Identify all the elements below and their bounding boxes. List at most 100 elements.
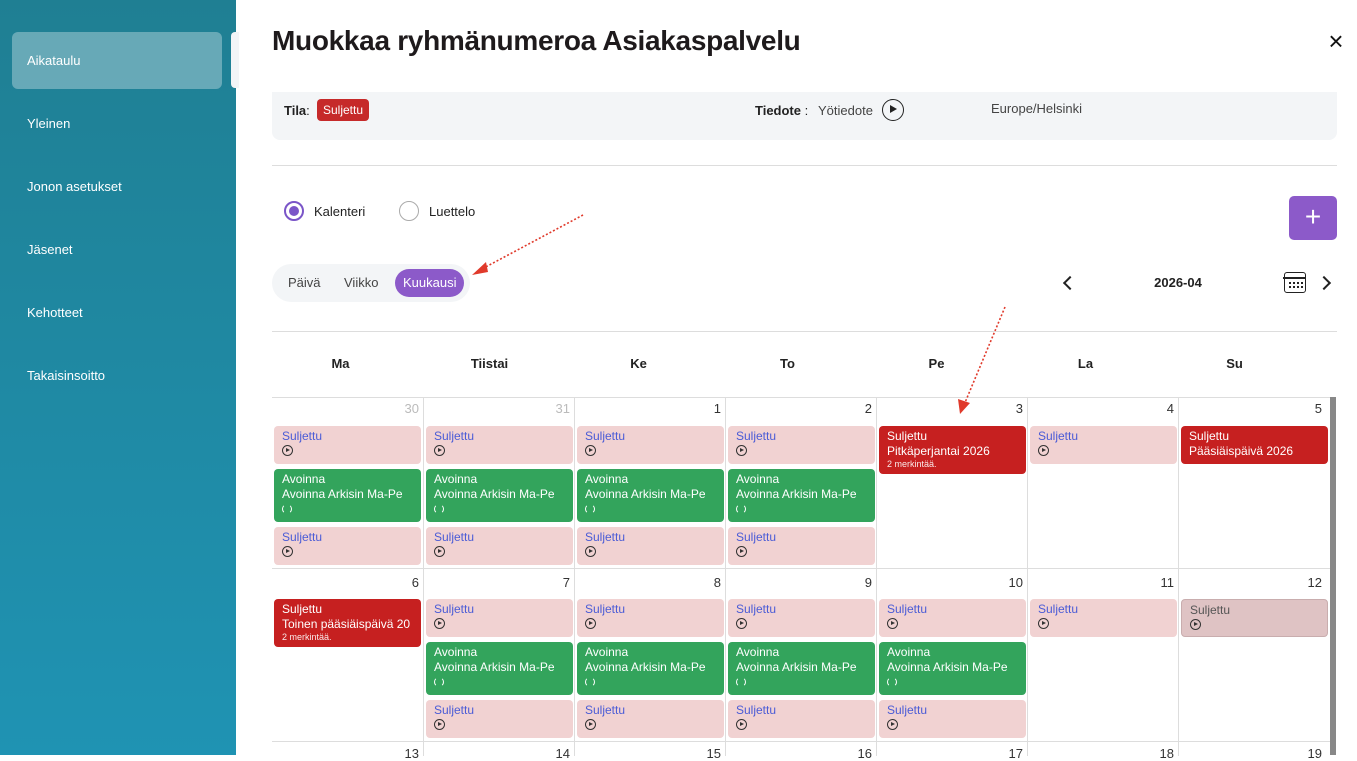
day-number: 19 <box>1307 746 1322 761</box>
calendar-event-closed[interactable]: Suljettu <box>728 599 875 637</box>
calendar-event-closed[interactable]: Suljettu <box>879 700 1026 738</box>
scrollbar[interactable] <box>1330 397 1336 755</box>
timezone-value: Europe/Helsinki <box>991 101 1083 116</box>
chevron-left-icon[interactable] <box>1057 272 1077 294</box>
event-title: Avoinna <box>282 472 326 486</box>
calendar-icon[interactable] <box>1283 272 1306 293</box>
calendar-event-closed[interactable]: Suljettu <box>577 599 724 637</box>
event-count: 2 merkintää. <box>887 459 937 469</box>
sidebar-item-takaisinsoitto[interactable]: Takaisinsoitto <box>12 347 222 404</box>
calendar-event-closed[interactable]: Suljettu <box>1181 599 1328 637</box>
repeat-icon <box>887 677 897 687</box>
calendar-event-closed[interactable]: Suljettu <box>728 700 875 738</box>
event-title: Suljettu <box>434 703 475 717</box>
page-title: Muokkaa ryhmänumeroa Asiakaspalvelu <box>272 25 801 56</box>
annotation-arrowhead <box>472 262 488 275</box>
weekday-header: Su <box>1226 356 1243 371</box>
day-number: 3 <box>1015 401 1023 416</box>
day-number: 31 <box>555 401 570 416</box>
radio-calendar[interactable]: Kalenteri <box>284 201 365 221</box>
close-icon[interactable]: × <box>1323 28 1349 54</box>
calendar-event-closed[interactable]: Suljettu <box>426 599 573 637</box>
event-title: Avoinna <box>434 472 478 486</box>
calendar-event-open[interactable]: Avoinna Avoinna Arkisin Ma-Pe <box>728 469 875 522</box>
day-number: 15 <box>706 746 721 761</box>
event-title: Suljettu <box>1038 429 1079 443</box>
day-number: 7 <box>562 575 570 590</box>
calendar-event-open[interactable]: Avoinna Avoinna Arkisin Ma-Pe <box>728 642 875 695</box>
calendar-event-closed[interactable]: Suljettu <box>728 527 875 565</box>
calendar-event-closed[interactable]: Suljettu <box>274 426 421 464</box>
event-title: Suljettu <box>282 530 323 544</box>
event-subtitle: Avoinna Arkisin Ma-Pe <box>585 660 706 674</box>
event-title: Avoinna <box>736 472 780 486</box>
play-icon <box>434 719 445 730</box>
radio-dot[interactable] <box>399 201 419 221</box>
calendar-event-open[interactable]: Avoinna Avoinna Arkisin Ma-Pe <box>577 469 724 522</box>
day-number: 6 <box>411 575 419 590</box>
event-subtitle: Avoinna Arkisin Ma-Pe <box>434 487 555 501</box>
notice-label: Tiedote : <box>755 103 808 118</box>
info-box: Tila: Suljettu Tiedote : Yötiedote Europ… <box>272 92 1337 140</box>
sidebar-item-jasenet[interactable]: Jäsenet <box>12 221 222 278</box>
calendar-event-closed[interactable]: Suljettu <box>426 426 573 464</box>
event-subtitle: Avoinna Arkisin Ma-Pe <box>736 487 857 501</box>
repeat-icon <box>585 677 595 687</box>
calendar-event-closed[interactable]: Suljettu <box>274 527 421 565</box>
calendar-event-open[interactable]: Avoinna Avoinna Arkisin Ma-Pe <box>426 469 573 522</box>
calendar-event-holiday[interactable]: Suljettu Toinen pääsiäispäivä 20 2 merkint… <box>274 599 421 647</box>
weekday-header: Tiistai <box>470 356 509 371</box>
sidebar-item-yleinen[interactable]: Yleinen <box>12 95 222 152</box>
repeat-icon <box>434 504 444 514</box>
calendar-event-closed[interactable]: Suljettu <box>426 527 573 565</box>
add-button[interactable]: + <box>1289 196 1337 240</box>
chevron-right-icon[interactable] <box>1316 272 1336 294</box>
calendar-event-closed[interactable]: Suljettu <box>728 426 875 464</box>
calendar-event-closed[interactable]: Suljettu <box>879 599 1026 637</box>
day-number: 5 <box>1314 401 1322 416</box>
calendar-event-closed[interactable]: Suljettu <box>426 700 573 738</box>
calendar-event-closed[interactable]: Suljettu <box>577 426 724 464</box>
radio-list[interactable]: Luettelo <box>399 201 475 221</box>
view-week-button[interactable]: Viikko <box>336 269 386 297</box>
play-icon <box>585 719 596 730</box>
calendar-event-closed[interactable]: Suljettu <box>1030 426 1177 464</box>
calendar-event-open[interactable]: Avoinna Avoinna Arkisin Ma-Pe <box>274 469 421 522</box>
calendar-event-open[interactable]: Avoinna Avoinna Arkisin Ma-Pe <box>577 642 724 695</box>
repeat-icon <box>282 504 292 514</box>
play-icon <box>585 546 596 557</box>
play-icon[interactable] <box>882 99 904 121</box>
play-icon <box>434 546 445 557</box>
play-icon <box>736 719 747 730</box>
radio-dot-checked[interactable] <box>284 201 304 221</box>
calendar-event-closed[interactable]: Suljettu <box>577 527 724 565</box>
notice-value: Yötiedote <box>818 103 873 118</box>
view-day-button[interactable]: Päivä <box>280 269 329 297</box>
day-number: 8 <box>713 575 721 590</box>
event-title: Suljettu <box>736 530 777 544</box>
play-icon <box>1038 445 1049 456</box>
day-number: 14 <box>555 746 570 761</box>
sidebar-item-aikataulu[interactable]: Aikataulu <box>12 32 222 89</box>
view-month-button[interactable]: Kuukausi <box>395 269 465 297</box>
grid-line <box>1027 398 1028 756</box>
event-title: Suljettu <box>736 703 777 717</box>
calendar-event-holiday[interactable]: Suljettu Pitkäperjantai 2026 2 merkintää. <box>879 426 1026 474</box>
weekday-header: Ke <box>630 356 647 371</box>
panel-edge <box>231 32 239 88</box>
repeat-icon <box>434 677 444 687</box>
calendar-event-holiday[interactable]: Suljettu Pääsiäispäivä 2026 <box>1181 426 1328 464</box>
event-title: Suljettu <box>1190 603 1231 617</box>
calendar-event-open[interactable]: Avoinna Avoinna Arkisin Ma-Pe <box>879 642 1026 695</box>
calendar-event-closed[interactable]: Suljettu <box>577 700 724 738</box>
sidebar-item-jonon-asetukset[interactable]: Jonon asetukset <box>12 158 222 215</box>
play-icon <box>434 445 445 456</box>
event-title: Suljettu <box>887 429 928 443</box>
sidebar-item-kehotteet[interactable]: Kehotteet <box>12 284 222 341</box>
event-title: Suljettu <box>1038 602 1079 616</box>
sidebar-item-label: Yleinen <box>27 116 71 131</box>
calendar-event-closed[interactable]: Suljettu <box>1030 599 1177 637</box>
play-icon <box>887 618 898 629</box>
calendar-event-open[interactable]: Avoinna Avoinna Arkisin Ma-Pe <box>426 642 573 695</box>
grid-line <box>272 741 1330 742</box>
